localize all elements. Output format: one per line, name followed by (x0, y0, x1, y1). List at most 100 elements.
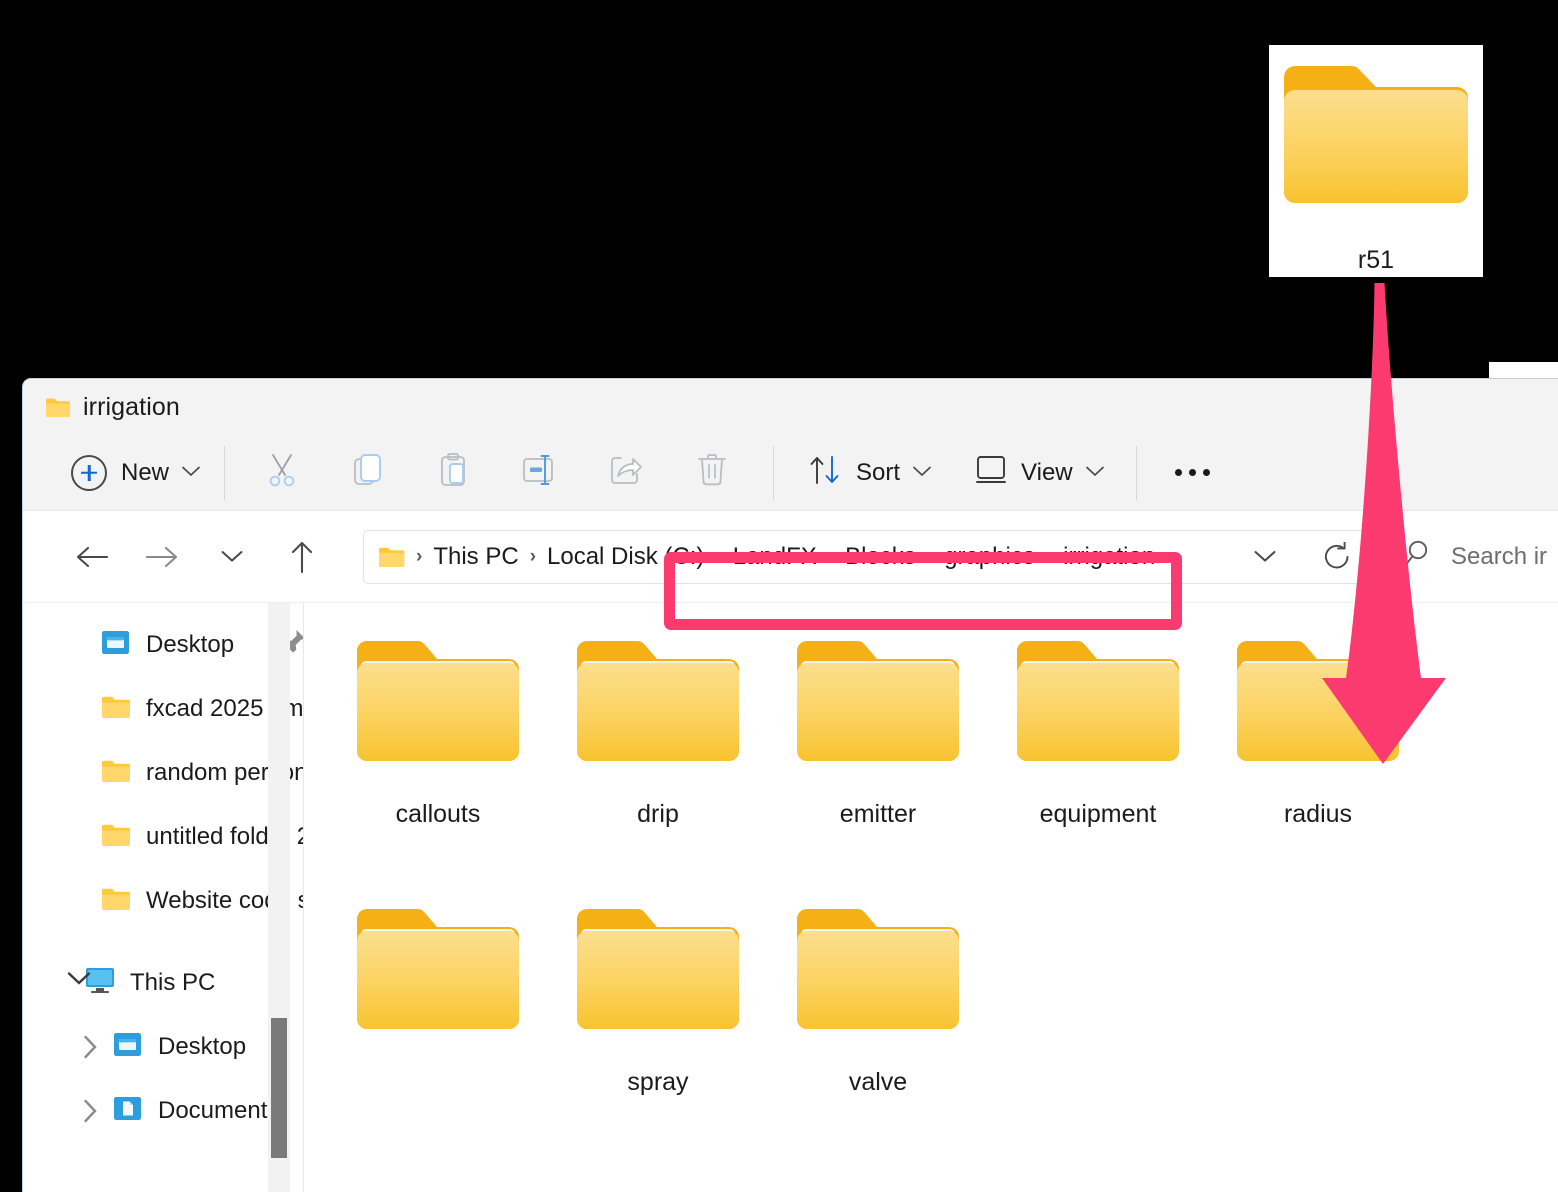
chevron-right-icon[interactable] (83, 1035, 107, 1059)
cut-icon (266, 453, 298, 492)
delete-button[interactable] (681, 445, 743, 501)
breadcrumb[interactable]: › This PC › Local Disk (C:) › LandFX › B… (363, 529, 1383, 584)
breadcrumb-dropdown-button[interactable] (1238, 530, 1292, 584)
sidebar-item-this-pc-documents[interactable]: Documents (23, 1079, 304, 1143)
folder-icon (378, 546, 405, 568)
sidebar-item-website-code[interactable]: Website code st (23, 869, 304, 933)
copy-icon (352, 453, 384, 492)
breadcrumb-item-blocks[interactable]: Blocks (841, 543, 920, 571)
sort-button-label: Sort (856, 458, 901, 486)
sidebar-item-label: Desktop (146, 631, 235, 658)
recent-locations-button[interactable] (205, 530, 259, 584)
sidebar-item-label: Documents (158, 1097, 280, 1124)
sidebar-item-label: Desktop (158, 1033, 247, 1060)
folder-icon (101, 887, 131, 916)
new-button-label: New (121, 458, 170, 486)
sidebar-item-desktop-quick[interactable]: Desktop (23, 613, 304, 677)
paste-button[interactable] (423, 445, 485, 501)
share-icon (610, 454, 642, 491)
see-more-button[interactable] (1165, 446, 1220, 500)
chevron-right-icon[interactable] (83, 1099, 107, 1123)
breadcrumb-item-graphics[interactable]: graphics (940, 543, 1039, 571)
delete-icon (697, 453, 727, 492)
window-title: irrigation (83, 392, 180, 421)
folder-icon (101, 695, 131, 724)
sidebar-scrollbar-thumb[interactable] (271, 1018, 287, 1158)
up-button[interactable] (275, 530, 329, 584)
breadcrumb-separator: › (827, 545, 835, 567)
breadcrumb-separator: › (926, 545, 934, 567)
item-name: radius (1283, 800, 1353, 828)
rename-button[interactable] (509, 445, 571, 501)
sidebar-item-this-pc-desktop[interactable]: Desktop (23, 1015, 304, 1079)
view-button-label: View (1021, 458, 1073, 486)
view-button[interactable]: View (965, 446, 1114, 500)
forward-button[interactable] (135, 530, 189, 584)
sidebar-item-untitled-folder[interactable]: untitled folder 2 (23, 805, 304, 869)
callout-label: r51 (1357, 246, 1395, 274)
breadcrumb-separator: › (715, 545, 722, 567)
item-name: valve (848, 1068, 908, 1096)
sidebar-item-fxcad[interactable]: fxcad 2025 ema (23, 677, 304, 741)
breadcrumb-separator: › (1045, 545, 1053, 567)
list-item[interactable]: equipment (988, 625, 1208, 893)
item-name: callouts (395, 800, 481, 828)
toolbar-divider (224, 445, 226, 500)
list-item[interactable]: callouts (328, 625, 548, 893)
toolbar-divider-3 (1135, 445, 1137, 500)
sort-button[interactable]: Sort (798, 446, 941, 500)
window-top-edge-notch (1489, 362, 1558, 378)
list-item[interactable]: emitter (768, 625, 988, 893)
folder-icon (101, 759, 131, 788)
folder-icon (353, 903, 523, 1048)
ellipsis-icon (1174, 469, 1210, 476)
item-name: emitter (839, 800, 917, 828)
folder-icon (1013, 635, 1183, 780)
navigation-pane: Desktop fxcad 2025 ema random person unt… (23, 603, 304, 1192)
breadcrumb-item-this-pc[interactable]: This PC (429, 543, 522, 571)
share-button[interactable] (595, 445, 657, 501)
pointer-arrow (1322, 283, 1446, 764)
sort-arrows-icon (808, 454, 842, 491)
folder-icon (793, 903, 963, 1048)
breadcrumb-item-irrigation[interactable]: irrigation (1059, 543, 1159, 571)
desktop-folder-icon (101, 630, 131, 660)
copy-button[interactable] (337, 445, 399, 501)
sidebar-item-random-personal[interactable]: random person (23, 741, 304, 805)
item-name: drip (637, 800, 679, 828)
folder-icon (793, 635, 963, 780)
item-name: equipment (1039, 800, 1157, 828)
folder-icon (1278, 59, 1474, 224)
breadcrumb-separator: › (529, 545, 537, 567)
folder-icon (353, 635, 523, 780)
breadcrumb-separator: › (416, 545, 423, 567)
chevron-down-icon[interactable] (67, 971, 91, 995)
list-item[interactable]: spray (548, 893, 768, 1161)
desktop-folder-icon (113, 1032, 143, 1062)
rename-icon (523, 455, 557, 490)
plus-circle-icon (71, 454, 107, 491)
list-item[interactable]: drip (548, 625, 768, 893)
folder-icon (101, 823, 131, 852)
list-item[interactable]: valve (768, 893, 988, 1161)
list-item[interactable] (328, 893, 548, 1161)
breadcrumb-item-local-disk[interactable]: Local Disk (C:) (543, 543, 708, 571)
paste-icon (438, 453, 470, 492)
folder-icon (573, 903, 743, 1048)
callout-card: r51 (1269, 45, 1483, 277)
breadcrumb-item-landfx[interactable]: LandFX (729, 543, 821, 571)
new-button[interactable]: New (61, 446, 210, 500)
chevron-down-icon (1085, 464, 1104, 482)
toolbar-divider-2 (773, 445, 775, 500)
chevron-down-icon (913, 464, 931, 482)
folder-icon (45, 397, 71, 418)
back-button[interactable] (65, 530, 119, 584)
sidebar-item-this-pc[interactable]: This PC (23, 951, 304, 1015)
folder-icon (573, 635, 743, 780)
breadcrumb-separator: › (1166, 545, 1173, 567)
view-monitor-icon (975, 455, 1007, 490)
item-name: spray (627, 1068, 689, 1096)
cut-button[interactable] (251, 445, 313, 501)
sidebar-item-label: This PC (130, 969, 216, 996)
documents-folder-icon (113, 1096, 143, 1126)
